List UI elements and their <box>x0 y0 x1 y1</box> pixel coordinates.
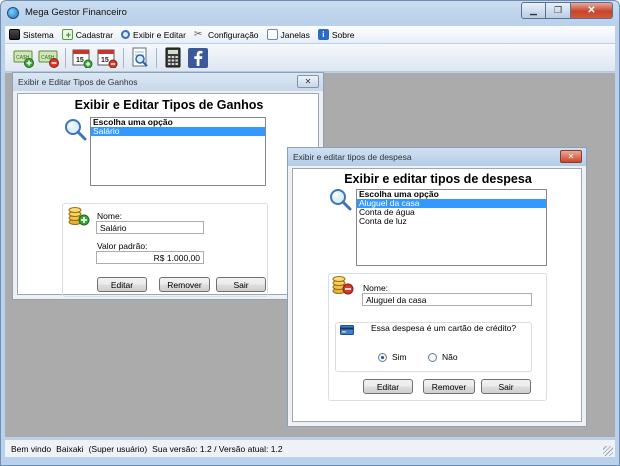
menu-exibir-editar[interactable]: Exibir e Editar <box>117 26 190 43</box>
ganhos-nome-label: Nome: <box>97 211 123 221</box>
ganhos-remover-button[interactable]: Remover <box>159 277 210 292</box>
restore-icon: ❐ <box>553 5 563 15</box>
menu-sistema[interactable]: Sistema <box>5 26 58 43</box>
maximize-button[interactable]: ❐ <box>546 2 571 19</box>
status-role: (Super usuário) <box>88 443 148 454</box>
ganhos-nome-input[interactable]: Salário <box>96 221 204 234</box>
status-welcome: Bem vindo <box>11 443 52 454</box>
close-icon: ✕ <box>304 77 312 86</box>
status-version: Sua versão: 1.2 / Versão atual: 1.2 <box>152 443 283 454</box>
toolbar-separator <box>156 47 157 68</box>
toolbar-add-income-button[interactable]: CA$H <box>13 47 35 69</box>
toolbar: CA$H CA$H 15 15 <box>5 44 615 72</box>
report-search-icon <box>132 47 148 67</box>
ganhos-window-title-bar: Exibir e Editar Tipos de Ganhos ✕ <box>13 73 323 91</box>
close-icon: ✕ <box>587 5 596 16</box>
ganhos-valor-label: Valor padrão: <box>97 241 148 251</box>
title-bar: Mega Gestor Financeiro ▁ ❐ ✕ <box>1 1 619 25</box>
toolbar-separator <box>123 47 124 68</box>
status-bar: Bem vindo Baixaki (Super usuário) Sua ve… <box>5 439 615 457</box>
toolbar-add-expense-button[interactable]: CA$H <box>38 47 60 69</box>
coins-add-icon <box>68 207 90 226</box>
menu-janelas[interactable]: Janelas <box>263 26 314 43</box>
menu-bar: Sistema + Cadastrar Exibir e Editar ✂ Co… <box>5 26 615 43</box>
add-icon: + <box>61 29 73 40</box>
app-logo-icon <box>7 7 19 19</box>
magnifier-icon <box>65 119 87 141</box>
status-user: Baixaki <box>56 443 84 454</box>
ganhos-editar-button[interactable]: Editar <box>97 277 147 292</box>
ganhos-valor-input[interactable]: R$ 1.000,00 <box>96 251 204 264</box>
menu-sobre-label: Sobre <box>331 29 355 40</box>
calendar-add-icon: 15 <box>72 49 93 68</box>
resize-grip[interactable] <box>603 446 613 456</box>
ganhos-content: Exibir e Editar Tipos de Ganhos Escolha … <box>17 93 319 297</box>
menu-cadastrar[interactable]: + Cadastrar <box>58 26 117 43</box>
facebook-icon <box>188 47 208 68</box>
despesa-sair-button[interactable]: Sair <box>481 379 531 394</box>
menu-configuracao-label: Configuração <box>207 29 259 40</box>
list-item[interactable]: Conta de luz <box>357 217 546 226</box>
ganhos-sair-button[interactable]: Sair <box>216 277 266 292</box>
menu-cadastrar-label: Cadastrar <box>75 29 114 40</box>
close-icon: ✕ <box>567 152 575 161</box>
despesa-window-title: Exibir e editar tipos de despesa <box>293 152 412 162</box>
despesa-remover-button[interactable]: Remover <box>423 379 475 394</box>
window-title: Mega Gestor Financeiro <box>25 7 127 18</box>
credit-card-icon <box>340 325 354 335</box>
menu-configuracao[interactable]: ✂ Configuração <box>190 26 263 43</box>
toolbar-separator <box>65 47 66 68</box>
info-icon: i <box>317 29 329 40</box>
minimize-icon: ▁ <box>530 5 537 15</box>
ganhos-window-title: Exibir e Editar Tipos de Ganhos <box>18 77 138 87</box>
toolbar-report-button[interactable] <box>129 47 151 69</box>
despesa-nao-label: Não <box>442 352 458 362</box>
despesa-content: Exibir e editar tipos de despesa Escolha… <box>292 168 582 422</box>
svg-text:15: 15 <box>76 57 84 64</box>
windows-icon <box>266 29 278 40</box>
despesa-close-button[interactable]: ✕ <box>560 150 582 163</box>
despesa-editar-button[interactable]: Editar <box>363 379 413 394</box>
despesa-window: Exibir e editar tipos de despesa ✕ Exibi… <box>287 147 587 427</box>
main-window: Mega Gestor Financeiro ▁ ❐ ✕ Sistema + C… <box>0 0 620 466</box>
list-item[interactable]: Salário <box>91 127 265 136</box>
toolbar-calculator-button[interactable] <box>162 47 184 69</box>
radio-selected-icon <box>378 352 387 362</box>
ganhos-close-button[interactable]: ✕ <box>297 75 319 88</box>
coins-remove-icon <box>332 276 354 295</box>
window-controls: ▁ ❐ ✕ <box>521 2 613 19</box>
ganhos-list[interactable]: Escolha uma opção Salário <box>90 117 266 186</box>
despesa-window-title-bar: Exibir e editar tipos de despesa ✕ <box>288 148 586 166</box>
toolbar-facebook-button[interactable] <box>187 47 209 69</box>
radio-unselected-icon <box>428 352 437 362</box>
calculator-icon <box>165 47 181 67</box>
toolbar-calendar-income-button[interactable]: 15 <box>71 47 93 69</box>
toolbar-calendar-expense-button[interactable]: 15 <box>96 47 118 69</box>
despesa-heading: Exibir e editar tipos de despesa <box>344 172 532 186</box>
menu-exibir-editar-label: Exibir e Editar <box>133 29 186 40</box>
despesa-nome-input[interactable]: Aluguel da casa <box>362 293 532 306</box>
tools-icon: ✂ <box>193 29 203 40</box>
despesa-nao-radio[interactable]: Não <box>428 352 458 362</box>
despesa-sim-label: Sim <box>392 352 407 362</box>
despesa-nome-label: Nome: <box>363 283 389 293</box>
close-button[interactable]: ✕ <box>571 2 613 19</box>
computer-icon <box>9 29 20 40</box>
despesa-sim-radio[interactable]: Sim <box>378 352 407 362</box>
calendar-remove-icon: 15 <box>97 49 118 68</box>
ganhos-heading: Exibir e Editar Tipos de Ganhos <box>74 98 264 112</box>
despesa-cartao-question: Essa despesa é um cartão de crédito? <box>371 323 517 333</box>
menu-sobre[interactable]: i Sobre <box>314 26 359 43</box>
ganhos-window: Exibir e Editar Tipos de Ganhos ✕ Exibir… <box>12 72 324 300</box>
menu-sistema-label: Sistema <box>23 29 54 40</box>
search-icon <box>121 30 131 39</box>
menu-janelas-label: Janelas <box>280 29 310 40</box>
money-add-icon: CA$H <box>13 50 34 68</box>
minimize-button[interactable]: ▁ <box>521 2 546 19</box>
svg-text:15: 15 <box>101 57 109 64</box>
magnifier-icon <box>330 189 352 211</box>
money-remove-icon: CA$H <box>38 50 59 68</box>
despesa-list[interactable]: Escolha uma opção Aluguel da casa Conta … <box>356 189 547 266</box>
